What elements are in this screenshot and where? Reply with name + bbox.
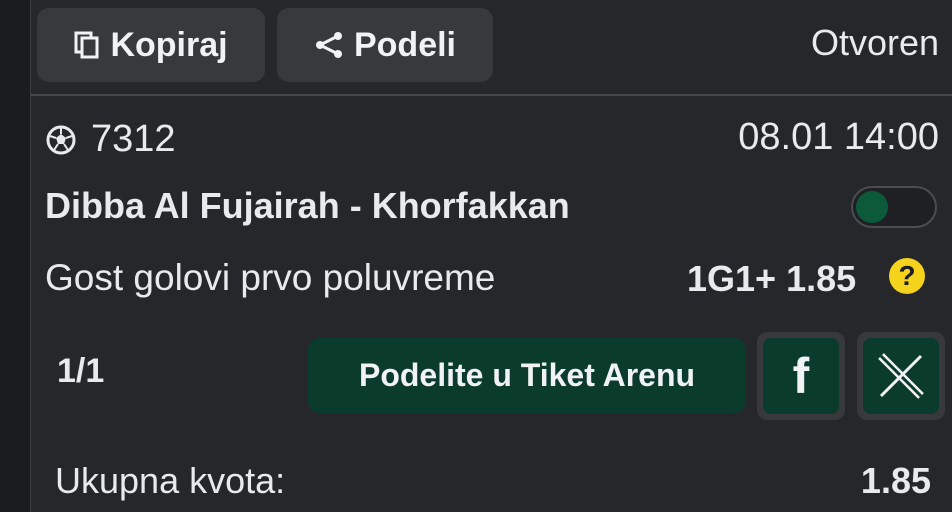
copy-icon	[74, 31, 100, 59]
ticket-card: Kopiraj Podeli Otvoren 7312 08.01 14:00 …	[30, 0, 952, 512]
share-tiket-arena-button[interactable]: Podelite u Tiket Arenu	[308, 338, 746, 413]
match-teams: Dibba Al Fujairah - Khorfakkan	[45, 185, 570, 226]
copy-button[interactable]: Kopiraj	[37, 8, 265, 82]
soccer-ball-icon	[45, 124, 77, 156]
pick: 1G1+	[687, 258, 777, 299]
x-share-button[interactable]	[857, 332, 945, 420]
help-glyph: ?	[898, 260, 916, 291]
event-id-row: 7312	[45, 118, 176, 161]
event-toggle[interactable]	[851, 186, 937, 228]
pick-odds: 1.85	[786, 258, 857, 299]
market-name: Gost golovi prvo poluvreme	[45, 257, 496, 298]
facebook-icon: f	[792, 348, 810, 404]
event-datetime: 08.01 14:00	[738, 116, 939, 158]
facebook-share-button[interactable]: f	[757, 332, 845, 420]
event-id: 7312	[91, 118, 176, 160]
toggle-knob	[856, 191, 888, 223]
total-odds-label: Ukupna kvota:	[55, 460, 286, 501]
help-icon[interactable]: ?	[889, 258, 925, 294]
left-rail	[0, 0, 30, 512]
share-tiket-arena-label: Podelite u Tiket Arenu	[358, 357, 696, 393]
status-label: Otvoren	[810, 22, 939, 63]
divider	[31, 94, 952, 96]
share-icon	[314, 30, 344, 60]
share-label: Podeli	[353, 25, 457, 64]
total-odds-value: 1.85	[860, 460, 931, 501]
share-button[interactable]: Podeli	[277, 8, 493, 82]
ticket-count: 1/1	[57, 352, 105, 390]
pick-and-odds: 1G1+ 1.85	[687, 258, 856, 300]
x-icon	[876, 352, 926, 400]
copy-label: Kopiraj	[110, 25, 228, 64]
